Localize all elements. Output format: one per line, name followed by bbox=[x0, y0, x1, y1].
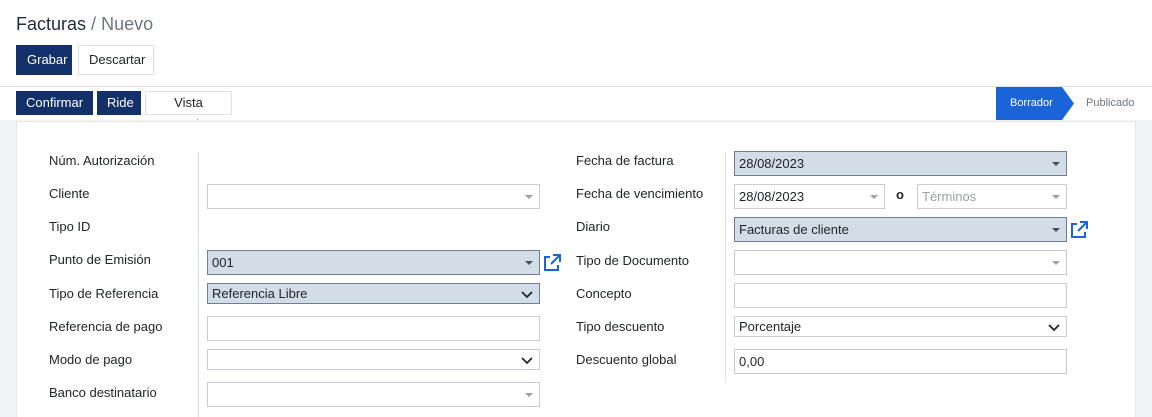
stage-draft[interactable]: Borrador bbox=[996, 87, 1074, 120]
diario-input[interactable]: Facturas de cliente bbox=[734, 217, 1067, 242]
discard-button[interactable]: Descartar bbox=[78, 45, 154, 75]
breadcrumb-separator: / bbox=[91, 14, 97, 34]
or-separator: o bbox=[896, 187, 904, 202]
label-diario: Diario bbox=[576, 219, 610, 234]
label-fecha-factura: Fecha de factura bbox=[576, 153, 674, 168]
payment-terms-placeholder: Términos bbox=[922, 189, 977, 204]
caret-down-icon[interactable] bbox=[525, 261, 533, 265]
save-button[interactable]: Grabar bbox=[16, 45, 72, 75]
label-tipo-id: Tipo ID bbox=[49, 219, 91, 234]
left-group-divider bbox=[198, 152, 199, 417]
ride-button[interactable]: Ride bbox=[97, 91, 141, 115]
concepto-input[interactable] bbox=[734, 283, 1067, 308]
caret-down-icon[interactable] bbox=[525, 393, 533, 397]
external-link-icon[interactable] bbox=[542, 253, 562, 273]
caret-down-icon[interactable] bbox=[1052, 195, 1060, 199]
fecha-vencimiento-value: 28/08/2023 bbox=[739, 189, 805, 204]
label-fecha-vencimiento: Fecha de vencimiento bbox=[576, 186, 704, 201]
label-tipo-documento: Tipo de Documento bbox=[576, 253, 689, 268]
preview-button[interactable]: Vista previa bbox=[145, 91, 232, 132]
descuento-global-value: 0,00 bbox=[739, 354, 765, 369]
modo-pago-select[interactable] bbox=[207, 349, 540, 370]
fecha-factura-input[interactable]: 28/08/2023 bbox=[734, 151, 1067, 176]
chevron-down-icon bbox=[521, 357, 533, 365]
breadcrumb-current: Nuevo bbox=[101, 14, 154, 34]
caret-down-icon[interactable] bbox=[1052, 228, 1060, 232]
breadcrumb: Facturas / Nuevo bbox=[16, 12, 153, 36]
label-tipo-referencia: Tipo de Referencia bbox=[49, 286, 159, 301]
tipo-documento-input[interactable] bbox=[734, 250, 1067, 275]
tipo-referencia-select[interactable]: Referencia Libre bbox=[207, 283, 540, 304]
stage-posted[interactable]: Publicado bbox=[1076, 87, 1134, 120]
fecha-vencimiento-input[interactable]: 28/08/2023 bbox=[734, 184, 885, 209]
chevron-down-icon bbox=[1048, 324, 1060, 332]
punto-emision-value: 001 bbox=[212, 255, 234, 270]
statusbar-divider bbox=[0, 86, 1152, 87]
cliente-input[interactable] bbox=[207, 184, 540, 209]
payment-terms-input[interactable]: Términos bbox=[917, 184, 1067, 209]
label-punto-emision: Punto de Emisión bbox=[49, 252, 151, 267]
external-link-icon[interactable] bbox=[1069, 220, 1089, 240]
label-banco-destinatario: Banco destinatario bbox=[49, 385, 157, 400]
label-concepto: Concepto bbox=[576, 286, 632, 301]
tipo-referencia-value: Referencia Libre bbox=[212, 286, 308, 301]
label-referencia-pago: Referencia de pago bbox=[49, 319, 163, 334]
label-autorizacion: Núm. Autorización bbox=[49, 153, 155, 168]
label-descuento-global: Descuento global bbox=[576, 352, 677, 367]
tipo-descuento-value: Porcentaje bbox=[739, 319, 802, 334]
descuento-global-input[interactable]: 0,00 bbox=[734, 349, 1067, 374]
fecha-factura-value: 28/08/2023 bbox=[739, 156, 805, 171]
right-group-divider bbox=[725, 152, 726, 382]
label-cliente: Cliente bbox=[49, 186, 90, 201]
caret-down-icon[interactable] bbox=[1052, 261, 1060, 265]
tipo-descuento-select[interactable]: Porcentaje bbox=[734, 316, 1067, 337]
caret-down-icon[interactable] bbox=[525, 195, 533, 199]
caret-down-icon[interactable] bbox=[870, 195, 878, 199]
label-modo-pago: Modo de pago bbox=[49, 352, 133, 367]
referencia-pago-input[interactable] bbox=[207, 316, 540, 341]
punto-emision-input[interactable]: 001 bbox=[207, 250, 540, 275]
chevron-down-icon bbox=[521, 291, 533, 299]
caret-down-icon[interactable] bbox=[1052, 162, 1060, 166]
label-tipo-descuento: Tipo descuento bbox=[576, 319, 665, 334]
diario-value: Facturas de cliente bbox=[739, 222, 849, 237]
banco-destinatario-input[interactable] bbox=[207, 382, 540, 407]
confirm-button[interactable]: Confirmar bbox=[16, 91, 93, 115]
breadcrumb-parent[interactable]: Facturas bbox=[16, 14, 86, 34]
